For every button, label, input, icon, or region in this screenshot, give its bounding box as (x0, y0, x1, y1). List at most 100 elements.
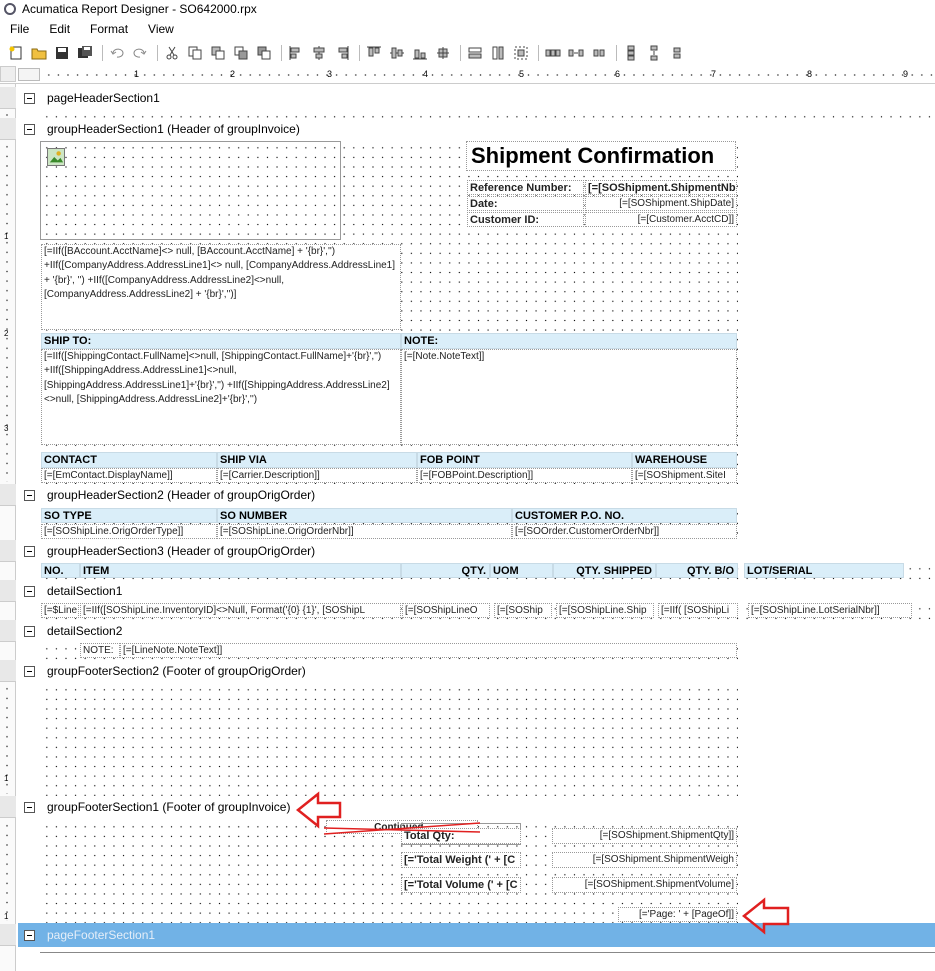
menu-view[interactable]: View (138, 22, 184, 36)
date-label[interactable]: Date: (467, 196, 584, 211)
align-center-icon[interactable] (311, 45, 327, 61)
h-spacing-decrease-icon[interactable] (591, 45, 607, 61)
section-detail-1[interactable]: detailSection1 (18, 580, 935, 602)
so-number-field[interactable]: [=[SOShipLine.OrigOrderNbr]] (217, 524, 512, 539)
collapse-toggle-icon[interactable] (24, 545, 35, 557)
align-right-icon[interactable] (334, 45, 350, 61)
reference-number-field[interactable]: [=[SOShipment.ShipmentNbr (585, 180, 737, 195)
logo-box[interactable] (40, 141, 341, 240)
collapse-toggle-icon[interactable] (24, 625, 35, 637)
section-detail-2[interactable]: detailSection2 (18, 620, 935, 642)
save-all-icon[interactable] (77, 45, 93, 61)
ship-to-header[interactable]: SHIP TO: (41, 333, 401, 349)
total-qty-field[interactable]: [=[SOShipment.ShipmentQty]] (552, 828, 737, 844)
save-icon[interactable] (54, 45, 70, 61)
contact-header[interactable]: CONTACT (41, 452, 217, 468)
so-number-header[interactable]: SO NUMBER (217, 508, 512, 523)
ship-to-field[interactable]: [=IIf([ShippingContact.FullName]<>null, … (41, 349, 401, 445)
collapse-toggle-icon[interactable] (24, 929, 35, 941)
note-field[interactable]: [=[Note.NoteText]] (401, 349, 737, 445)
section-group-footer-origorder[interactable]: groupFooterSection2 (Footer of groupOrig… (18, 660, 935, 682)
so-type-header[interactable]: SO TYPE (41, 508, 217, 523)
contact-field[interactable]: [=[EmContact.DisplayName]] (41, 468, 217, 483)
same-width-icon[interactable] (467, 45, 483, 61)
column-header-lot-serial[interactable]: LOT/SERIAL (744, 563, 904, 578)
customer-id-field[interactable]: [=[Customer.AcctCD]] (585, 212, 737, 227)
total-weight-label[interactable]: [='Total Weight (' + [C (401, 852, 521, 868)
total-weight-field[interactable]: [=[SOShipment.ShipmentWeigh (552, 852, 737, 868)
warehouse-field[interactable]: [=[SOShipment.SiteI (632, 468, 737, 483)
column-header-qty[interactable]: QTY. (401, 563, 490, 578)
v-spacing-increase-icon[interactable] (646, 45, 662, 61)
section-group-header-origorder-3[interactable]: groupHeaderSection3 (Header of groupOrig… (18, 540, 935, 562)
menu-format[interactable]: Format (80, 22, 138, 36)
section-group-header-invoice[interactable]: groupHeaderSection1 (Header of groupInvo… (18, 118, 935, 140)
send-back-icon[interactable] (256, 45, 272, 61)
same-height-icon[interactable] (490, 45, 506, 61)
qty-shipped-field[interactable]: [=[SOShipLine.Ship (556, 603, 654, 618)
collapse-toggle-icon[interactable] (24, 489, 35, 501)
undo-icon[interactable] (109, 45, 125, 61)
align-grid-icon[interactable] (435, 45, 451, 61)
collapse-toggle-icon[interactable] (24, 123, 35, 135)
collapse-toggle-icon[interactable] (24, 92, 35, 104)
align-bottom-icon[interactable] (412, 45, 428, 61)
collapse-toggle-icon[interactable] (24, 585, 35, 597)
note-header[interactable]: NOTE: (401, 333, 737, 349)
v-spacing-decrease-icon[interactable] (669, 45, 685, 61)
customer-po-field[interactable]: [=[SOOrder.CustomerOrderNbr]] (512, 524, 737, 539)
warehouse-header[interactable]: WAREHOUSE (632, 452, 737, 468)
cut-icon[interactable] (164, 45, 180, 61)
qty-bo-field[interactable]: [=IIf( [SOShipLi (658, 603, 738, 618)
column-header-uom[interactable]: UOM (490, 563, 553, 578)
redo-icon[interactable] (132, 45, 148, 61)
uom-field[interactable]: [=[SOShip (494, 603, 552, 618)
section-page-footer[interactable]: pageFooterSection1 (18, 923, 935, 947)
column-header-no[interactable]: NO. (41, 563, 80, 578)
customer-po-header[interactable]: CUSTOMER P.O. NO. (512, 508, 737, 523)
fob-point-header[interactable]: FOB POINT (417, 452, 632, 468)
line-note-label[interactable]: NOTE: (80, 643, 120, 658)
ship-via-header[interactable]: SHIP VIA (217, 452, 417, 468)
page-number-field[interactable]: [='Page: ' + [PageOf]] (618, 907, 737, 922)
section-group-header-origorder[interactable]: groupHeaderSection2 (Header of groupOrig… (18, 484, 935, 506)
ship-via-field[interactable]: [=[Carrier.Description]] (217, 468, 417, 483)
v-spacing-equal-icon[interactable] (623, 45, 639, 61)
company-address-field[interactable]: [=IIf([BAccount.AcctName]<> null, [BAcco… (41, 244, 401, 330)
line-note-field[interactable]: [=[LineNote.NoteText]] (120, 643, 737, 658)
column-header-qty-bo[interactable]: QTY. B/O (656, 563, 738, 578)
so-type-field[interactable]: [=[SOShipLine.OrigOrderType]] (41, 524, 217, 539)
total-volume-field[interactable]: [=[SOShipment.ShipmentVolume] (552, 877, 737, 893)
date-field[interactable]: [=[SOShipment.ShipDate] (585, 196, 737, 211)
new-report-icon[interactable] (8, 45, 24, 61)
column-header-item[interactable]: ITEM (80, 563, 401, 578)
align-top-icon[interactable] (366, 45, 382, 61)
bring-front-icon[interactable] (233, 45, 249, 61)
same-size-icon[interactable] (513, 45, 529, 61)
paste-icon[interactable] (210, 45, 226, 61)
collapse-toggle-icon[interactable] (24, 665, 35, 677)
customer-id-label[interactable]: Customer ID: (467, 212, 584, 227)
total-volume-label[interactable]: [='Total Volume (' + [C (401, 877, 521, 893)
report-title[interactable]: Shipment Confirmation (466, 141, 736, 171)
lot-serial-field[interactable]: [=[SOShipLine.LotSerialNbr]] (748, 603, 912, 618)
align-middle-icon[interactable] (389, 45, 405, 61)
copy-icon[interactable] (187, 45, 203, 61)
menu-file[interactable]: File (0, 22, 39, 36)
section-label: groupHeaderSection2 (Header of groupOrig… (47, 488, 316, 502)
qty-field[interactable]: [=[SOShipLineO (402, 603, 490, 618)
section-page-header[interactable]: pageHeaderSection1 (18, 87, 935, 109)
line-number-field[interactable]: [=$Line (41, 603, 79, 618)
section-group-footer-invoice[interactable]: groupFooterSection1 (Footer of groupInvo… (18, 796, 935, 818)
logo-image-icon[interactable] (47, 148, 65, 166)
reference-number-label[interactable]: Reference Number: (467, 180, 584, 195)
menu-edit[interactable]: Edit (39, 22, 80, 36)
open-folder-icon[interactable] (31, 45, 47, 61)
h-spacing-equal-icon[interactable] (545, 45, 561, 61)
collapse-toggle-icon[interactable] (24, 801, 35, 813)
fob-point-field[interactable]: [=[FOBPoint.Description]] (417, 468, 632, 483)
column-header-qty-shipped[interactable]: QTY. SHIPPED (553, 563, 656, 578)
align-left-icon[interactable] (288, 45, 304, 61)
h-spacing-increase-icon[interactable] (568, 45, 584, 61)
inventory-id-field[interactable]: [=IIf([SOShipLine.InventoryID]<>Null, Fo… (80, 603, 401, 618)
